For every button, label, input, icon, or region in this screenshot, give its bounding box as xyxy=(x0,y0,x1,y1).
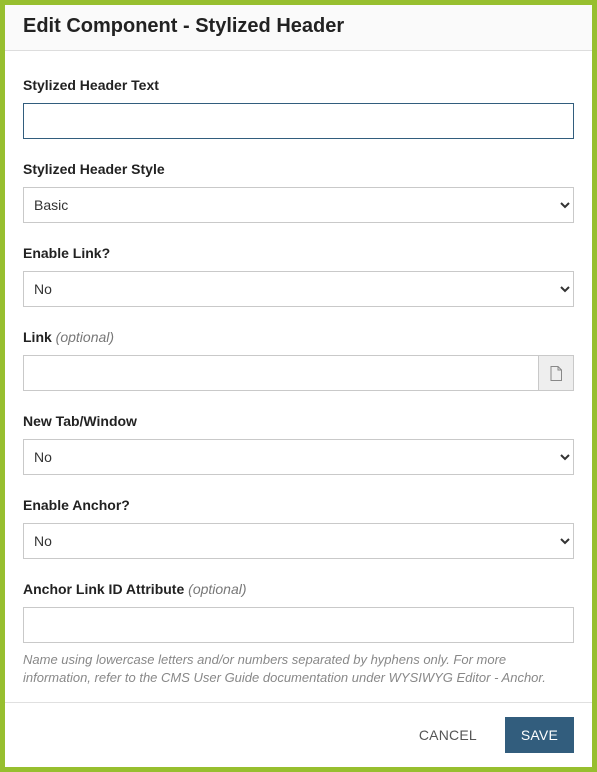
field-enable-anchor: Enable Anchor? No xyxy=(23,497,574,559)
save-button[interactable]: SAVE xyxy=(505,717,574,753)
label-link-text: Link xyxy=(23,329,52,345)
select-enable-link[interactable]: No xyxy=(23,271,574,307)
input-anchor-link-id[interactable] xyxy=(23,607,574,643)
label-anchor-link-id-optional: (optional) xyxy=(188,581,246,597)
select-enable-anchor[interactable]: No xyxy=(23,523,574,559)
edit-component-dialog: Edit Component - Stylized Header Stylize… xyxy=(0,0,597,772)
field-stylized-header-style: Stylized Header Style Basic xyxy=(23,161,574,223)
file-icon xyxy=(550,366,562,381)
link-picker-button[interactable] xyxy=(538,355,574,391)
label-stylized-header-text: Stylized Header Text xyxy=(23,77,574,93)
label-enable-link: Enable Link? xyxy=(23,245,574,261)
dialog-footer: CANCEL SAVE xyxy=(5,702,592,767)
label-new-tab-window: New Tab/Window xyxy=(23,413,574,429)
input-group-link xyxy=(23,355,574,391)
help-text-anchor-link-id: Name using lowercase letters and/or numb… xyxy=(23,651,574,687)
cancel-button[interactable]: CANCEL xyxy=(403,717,493,753)
input-link[interactable] xyxy=(23,355,538,391)
select-new-tab-window[interactable]: No xyxy=(23,439,574,475)
label-link-optional: (optional) xyxy=(56,329,114,345)
field-stylized-header-text: Stylized Header Text xyxy=(23,77,574,139)
label-link: Link (optional) xyxy=(23,329,574,345)
label-enable-anchor: Enable Anchor? xyxy=(23,497,574,513)
dialog-header: Edit Component - Stylized Header xyxy=(5,5,592,51)
label-stylized-header-style: Stylized Header Style xyxy=(23,161,574,177)
input-stylized-header-text[interactable] xyxy=(23,103,574,139)
dialog-title: Edit Component - Stylized Header xyxy=(23,15,574,38)
field-new-tab-window: New Tab/Window No xyxy=(23,413,574,475)
field-anchor-link-id: Anchor Link ID Attribute (optional) Name… xyxy=(23,581,574,687)
field-link: Link (optional) xyxy=(23,329,574,391)
field-enable-link: Enable Link? No xyxy=(23,245,574,307)
label-anchor-link-id: Anchor Link ID Attribute (optional) xyxy=(23,581,574,597)
label-anchor-link-id-text: Anchor Link ID Attribute xyxy=(23,581,184,597)
dialog-body: Stylized Header Text Stylized Header Sty… xyxy=(5,51,592,702)
select-stylized-header-style[interactable]: Basic xyxy=(23,187,574,223)
